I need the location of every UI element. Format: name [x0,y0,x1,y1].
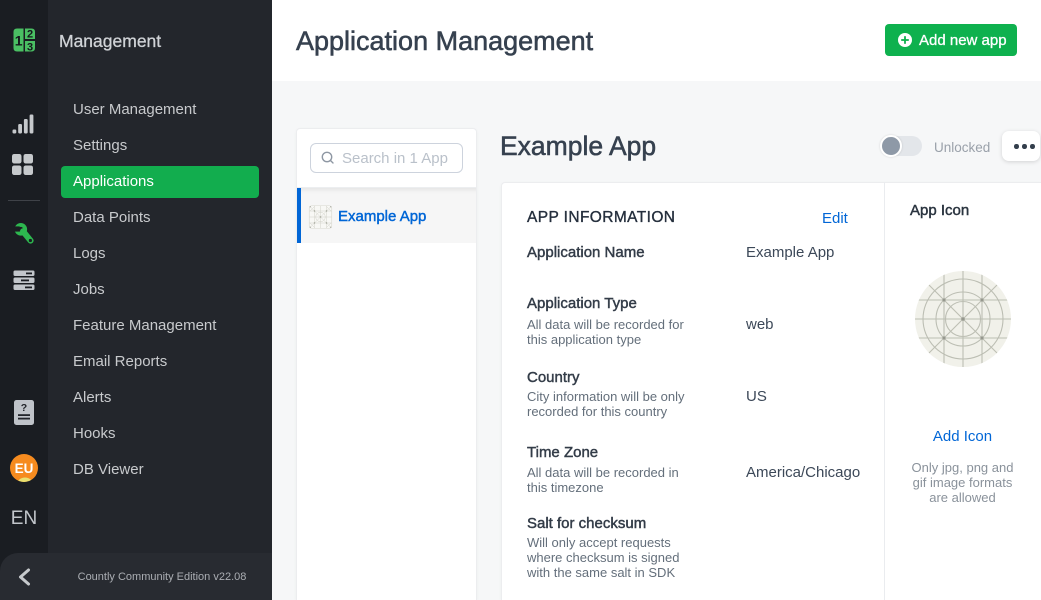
svg-text:1: 1 [15,32,23,48]
svg-text:EU: EU [15,461,34,476]
svg-text:2: 2 [27,28,33,40]
svg-text:3: 3 [27,42,33,52]
svg-text:?: ? [21,402,27,414]
